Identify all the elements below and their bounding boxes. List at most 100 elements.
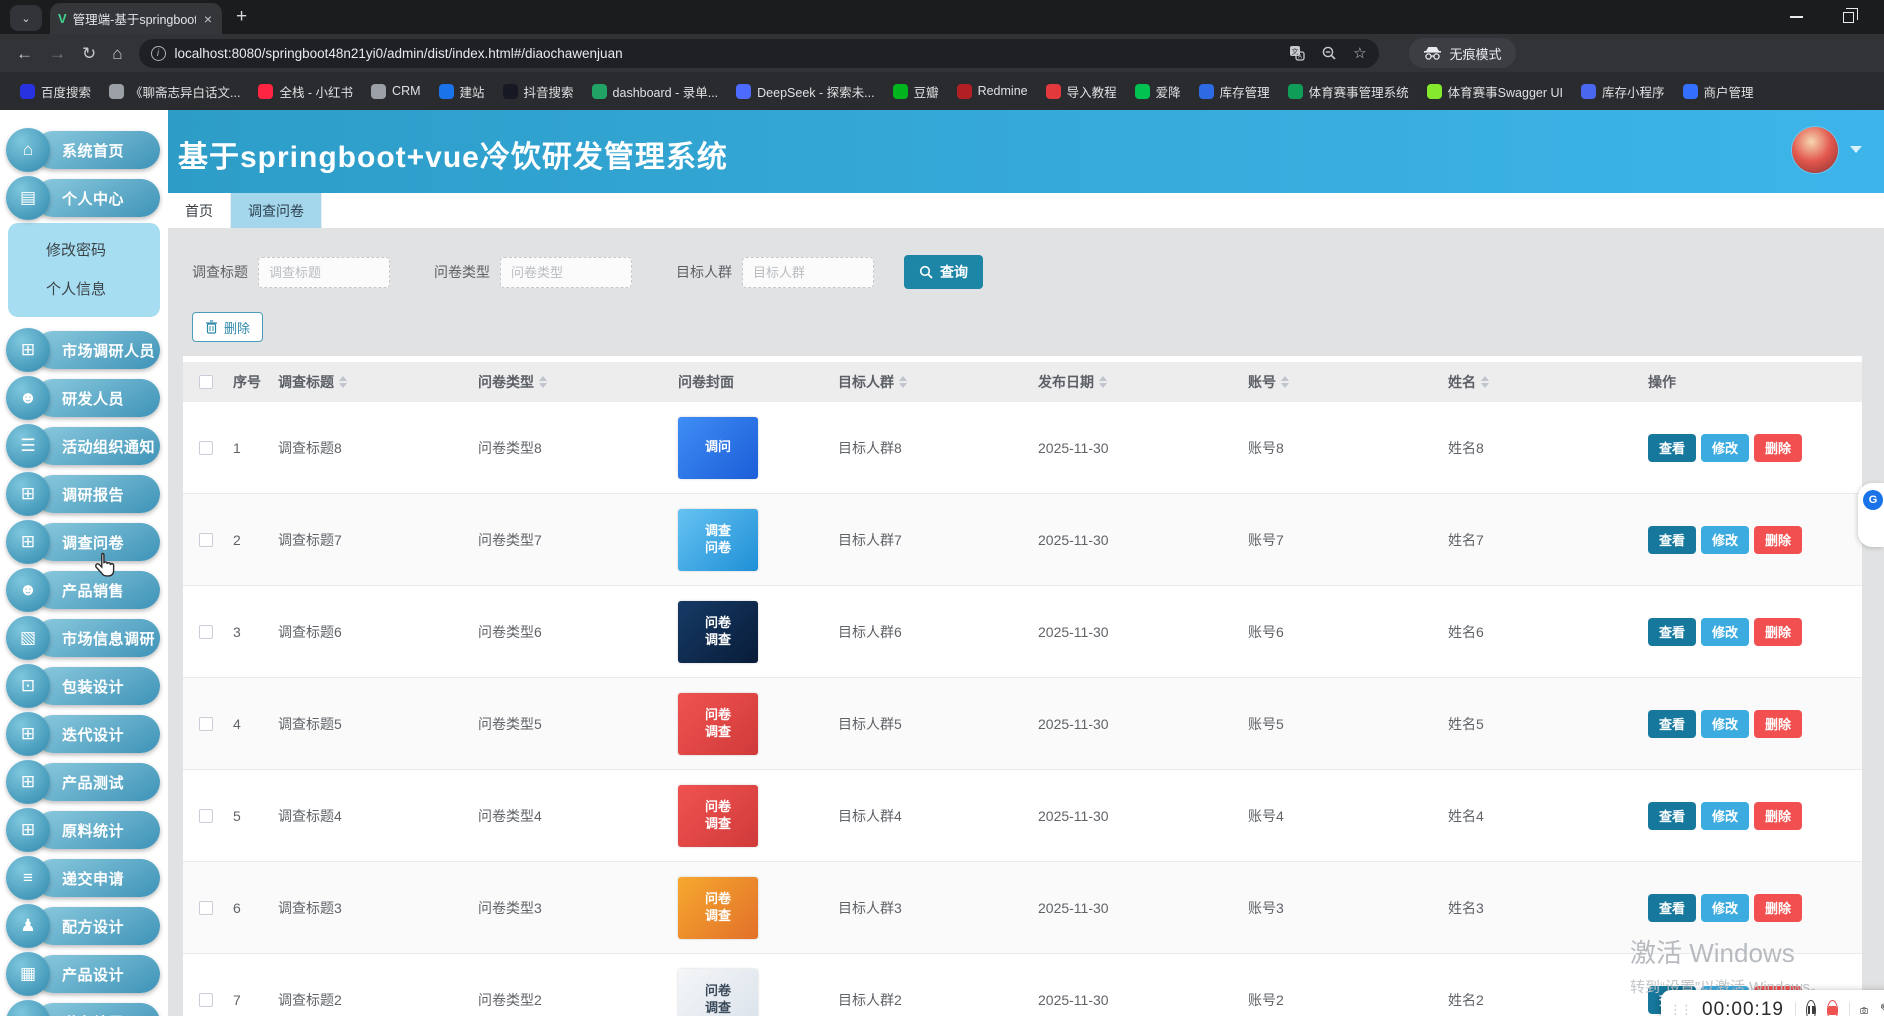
- row-checkbox[interactable]: [199, 533, 213, 547]
- bookmark-star-icon[interactable]: ☆: [1353, 44, 1366, 62]
- minimize-button[interactable]: [1790, 16, 1803, 18]
- bookmark-item[interactable]: 百度搜索: [12, 79, 99, 104]
- bookmark-item[interactable]: 体育赛事Swagger UI: [1419, 79, 1571, 104]
- sidebar-item-15[interactable]: ♟配方设计: [0, 907, 168, 945]
- view-button[interactable]: 查看: [1648, 434, 1696, 462]
- view-button[interactable]: 查看: [1648, 802, 1696, 830]
- view-button[interactable]: 查看: [1648, 618, 1696, 646]
- sidebar-item-10[interactable]: ⊡包装设计: [0, 667, 168, 705]
- sidebar-item-16[interactable]: ▦产品设计: [0, 955, 168, 993]
- sort-carets-icon[interactable]: [1099, 372, 1107, 392]
- sidebar-item-3[interactable]: ⊞市场调研人员: [0, 331, 168, 369]
- avatar[interactable]: [1792, 127, 1838, 173]
- forward-button[interactable]: →: [49, 45, 66, 62]
- bookmark-item[interactable]: 导入教程: [1038, 79, 1125, 104]
- tab-search-button[interactable]: ⌄: [10, 5, 42, 31]
- delete-button[interactable]: 删除: [1754, 802, 1802, 830]
- bookmark-item[interactable]: 库存管理: [1191, 79, 1278, 104]
- edit-button[interactable]: 修改: [1701, 802, 1749, 830]
- tab-home[interactable]: 首页: [168, 193, 231, 228]
- stop-recording-button[interactable]: [1827, 1000, 1838, 1016]
- reload-button[interactable]: ↻: [82, 45, 96, 62]
- bookmark-item[interactable]: 爱降: [1127, 79, 1189, 104]
- sidebar-subitem[interactable]: 修改密码: [8, 231, 160, 270]
- avatar-dropdown-caret-icon[interactable]: [1850, 146, 1862, 159]
- edit-button[interactable]: 修改: [1701, 618, 1749, 646]
- drag-handle[interactable]: ⋮⋮: [1669, 1002, 1691, 1016]
- bookmark-item[interactable]: 豆瓣: [885, 79, 947, 104]
- row-checkbox[interactable]: [199, 809, 213, 823]
- row-checkbox[interactable]: [199, 441, 213, 455]
- restore-button[interactable]: [1843, 12, 1854, 23]
- sidebar-item-7[interactable]: ⊞调查问卷: [0, 523, 168, 561]
- sidebar-item-17[interactable]: ◫递交结果: [0, 1003, 168, 1016]
- row-checkbox[interactable]: [199, 717, 213, 731]
- site-info-icon[interactable]: i: [151, 46, 166, 61]
- sidebar-item-14[interactable]: ≡递交申请: [0, 859, 168, 897]
- sidebar-item-6[interactable]: ⊞调研报告: [0, 475, 168, 513]
- search-button[interactable]: 查询: [904, 255, 983, 289]
- address-bar[interactable]: i localhost:8080/springboot48n21yi0/admi…: [139, 39, 1379, 68]
- sort-carets-icon[interactable]: [539, 372, 547, 392]
- bookmark-item[interactable]: dashboard - 录单...: [584, 79, 727, 104]
- sidebar-item-5[interactable]: ☰活动组织通知: [0, 427, 168, 465]
- sidebar-item-4[interactable]: ☻研发人员: [0, 379, 168, 417]
- bookmark-item[interactable]: 全栈 - 小红书: [250, 79, 361, 104]
- tab-diaochawenjuan[interactable]: 调查问卷: [231, 193, 322, 228]
- delete-button[interactable]: 删除: [1754, 618, 1802, 646]
- sort-carets-icon[interactable]: [899, 372, 907, 392]
- bookmark-item[interactable]: DeepSeek - 探索未...: [728, 79, 882, 104]
- edit-button[interactable]: 修改: [1701, 894, 1749, 922]
- sidebar-item-11[interactable]: ⊞迭代设计: [0, 715, 168, 753]
- view-button[interactable]: 查看: [1648, 894, 1696, 922]
- search-input-title[interactable]: [258, 257, 390, 288]
- annotate-pencil-icon[interactable]: ✎: [1880, 1000, 1884, 1016]
- tab-close-button[interactable]: ×: [202, 11, 214, 27]
- bookmark-item[interactable]: 《聊斋志异白话文...: [101, 79, 248, 104]
- home-button[interactable]: ⌂: [112, 45, 122, 62]
- edit-button[interactable]: 修改: [1701, 434, 1749, 462]
- back-button[interactable]: ←: [16, 45, 33, 62]
- sidebar-item-12[interactable]: ⊞产品测试: [0, 763, 168, 801]
- delete-button[interactable]: 删除: [1754, 710, 1802, 738]
- sidebar-item-13[interactable]: ⊞原料统计: [0, 811, 168, 849]
- search-input-audience[interactable]: [742, 257, 874, 288]
- sidebar-item-1[interactable]: ⌂系统首页: [0, 131, 168, 169]
- screenshot-camera-icon[interactable]: [1860, 1002, 1868, 1016]
- bookmark-item[interactable]: CRM: [363, 81, 428, 102]
- edit-button[interactable]: 修改: [1701, 526, 1749, 554]
- translate-icon[interactable]: 文A: [1289, 45, 1305, 61]
- delete-button[interactable]: 删除: [1754, 434, 1802, 462]
- sort-carets-icon[interactable]: [1481, 372, 1489, 392]
- sort-carets-icon[interactable]: [339, 372, 347, 392]
- bookmark-item[interactable]: 抖音搜索: [495, 79, 582, 104]
- delete-button[interactable]: 删除: [1754, 894, 1802, 922]
- search-input-type[interactable]: [500, 257, 632, 288]
- browser-tab[interactable]: V 管理端-基于springboot+vue冷 ×: [50, 3, 222, 34]
- zoom-out-icon[interactable]: [1321, 45, 1337, 61]
- cover-text: 调查问卷: [701, 523, 735, 556]
- row-checkbox[interactable]: [199, 901, 213, 915]
- bookmark-item[interactable]: 库存小程序: [1573, 79, 1673, 104]
- delete-button[interactable]: 删除: [1754, 526, 1802, 554]
- view-button[interactable]: 查看: [1648, 710, 1696, 738]
- bookmark-item[interactable]: 建站: [431, 79, 493, 104]
- extension-floating-button[interactable]: G: [1858, 483, 1884, 547]
- edit-button[interactable]: 修改: [1701, 710, 1749, 738]
- new-tab-button[interactable]: +: [236, 6, 247, 28]
- row-checkbox[interactable]: [199, 625, 213, 639]
- view-button[interactable]: 查看: [1648, 526, 1696, 554]
- row-checkbox[interactable]: [199, 993, 213, 1007]
- bookmark-item[interactable]: Redmine: [949, 81, 1036, 102]
- bulk-delete-button[interactable]: 删除: [192, 312, 263, 342]
- sidebar-subitem[interactable]: 个人信息: [8, 270, 160, 309]
- column-header: 姓名: [1438, 372, 1638, 392]
- sidebar-item-2[interactable]: ▤个人中心: [0, 179, 168, 217]
- pause-button[interactable]: [1806, 1000, 1816, 1016]
- bookmark-item[interactable]: 体育赛事管理系统: [1280, 79, 1417, 104]
- select-all-checkbox[interactable]: [199, 375, 213, 389]
- sidebar-item-8[interactable]: ☻产品销售: [0, 571, 168, 609]
- sort-carets-icon[interactable]: [1281, 372, 1289, 392]
- sidebar-item-9[interactable]: ▧市场信息调研: [0, 619, 168, 657]
- bookmark-item[interactable]: 商户管理: [1675, 79, 1762, 104]
